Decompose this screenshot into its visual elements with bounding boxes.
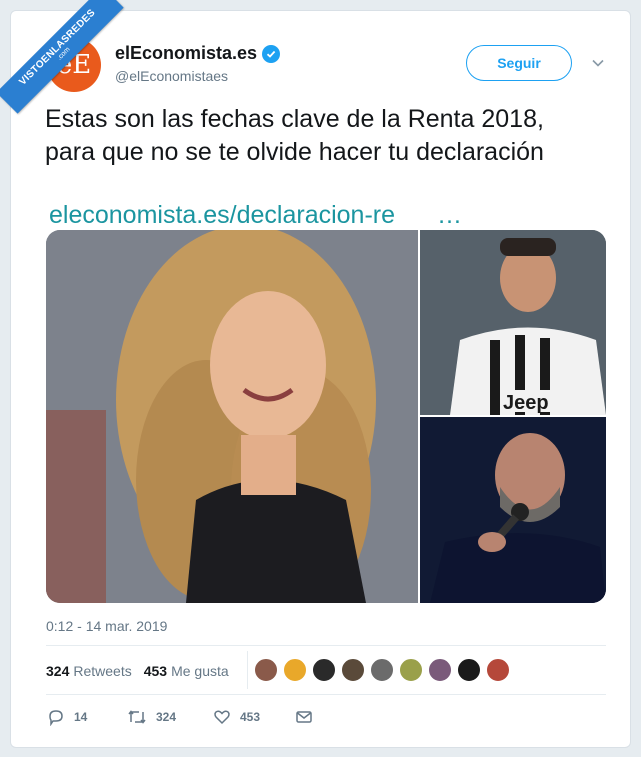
tweet-card: VISTOENLASREDES .com eE elEconomista.es … xyxy=(0,0,631,748)
account-name[interactable]: elEconomista.es xyxy=(115,43,257,64)
tweet-link[interactable]: eleconomista.es/declaracion-re … xyxy=(49,201,462,230)
tweet-actions: 14 324 453 xyxy=(47,708,322,726)
liker-avatar[interactable] xyxy=(399,658,423,682)
tweet-text: Estas son las fechas clave de la Renta 2… xyxy=(45,103,615,169)
watermark-ribbon: VISTOENLASREDES .com xyxy=(0,0,124,114)
tweet-timestamp[interactable]: 0:12 - 14 mar. 2019 xyxy=(46,618,167,634)
message-action[interactable] xyxy=(295,708,322,726)
photo-illustration: Jeep xyxy=(420,230,606,415)
retweets-label: Retweets xyxy=(73,663,132,679)
like-action[interactable]: 453 xyxy=(213,708,295,726)
liker-avatar[interactable] xyxy=(254,658,278,682)
liker-avatar[interactable] xyxy=(341,658,365,682)
account-handle[interactable]: @elEconomistaes xyxy=(115,68,228,84)
liker-avatar[interactable] xyxy=(486,658,510,682)
liker-avatar[interactable] xyxy=(457,658,481,682)
envelope-icon xyxy=(296,711,312,723)
account-name-row[interactable]: elEconomista.es xyxy=(115,43,281,64)
follow-button[interactable]: Seguir xyxy=(466,45,572,81)
media-photo-footballer[interactable]: Jeep xyxy=(420,230,606,415)
photo-illustration xyxy=(46,230,418,603)
verified-badge-icon xyxy=(262,44,281,63)
media-grid: Jeep xyxy=(46,230,606,603)
tweet-link-url[interactable]: eleconomista.es/declaracion-re xyxy=(49,201,395,229)
like-count: 453 xyxy=(240,710,261,724)
likes-label: Me gusta xyxy=(171,663,229,679)
heart-icon xyxy=(214,710,230,725)
retweets-count: 324 xyxy=(46,663,70,679)
tweet-text-line: para que no se te olvide hacer tu declar… xyxy=(45,138,544,166)
reply-icon xyxy=(49,710,63,726)
engagement-stats: 324 Retweets 453 Me gusta xyxy=(46,663,241,679)
media-photo-main[interactable] xyxy=(46,230,418,603)
divider xyxy=(46,645,606,646)
tweet-text-line: Estas son las fechas clave de la Renta 2… xyxy=(45,105,544,133)
liker-avatar[interactable] xyxy=(428,658,452,682)
likes-stat[interactable]: 453 Me gusta xyxy=(144,663,229,679)
reply-count: 14 xyxy=(74,710,88,724)
retweets-stat[interactable]: 324 Retweets xyxy=(46,663,132,679)
photo-illustration xyxy=(420,417,606,603)
liker-avatar[interactable] xyxy=(312,658,336,682)
stats-separator xyxy=(247,651,248,689)
reply-action[interactable]: 14 xyxy=(47,708,127,726)
retweet-icon xyxy=(128,710,146,724)
svg-text:Jeep: Jeep xyxy=(503,392,549,414)
likes-count: 453 xyxy=(143,663,168,679)
divider xyxy=(46,694,606,695)
likers-avatars xyxy=(249,658,510,682)
retweet-count: 324 xyxy=(156,710,177,724)
media-photo-singer[interactable] xyxy=(420,417,606,603)
tweet-link-ellipsis: … xyxy=(437,201,463,229)
retweet-action[interactable]: 324 xyxy=(127,708,213,726)
liker-avatar[interactable] xyxy=(370,658,394,682)
liker-avatar[interactable] xyxy=(283,658,307,682)
chevron-down-icon[interactable] xyxy=(591,56,605,70)
